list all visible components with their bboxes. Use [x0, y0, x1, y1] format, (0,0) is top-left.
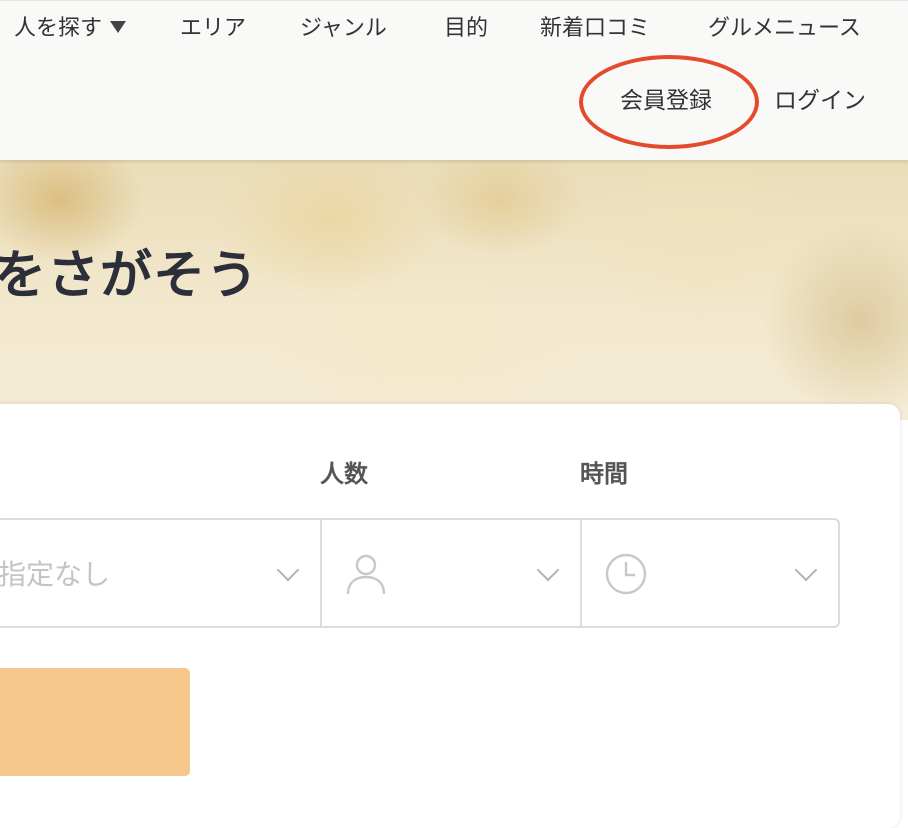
- nav-item-area[interactable]: エリア: [180, 15, 246, 43]
- date-select-value: 指定なし: [0, 558, 111, 591]
- site-header: 人を探す エリア ジャンル 目的 新着口コミ グルメニュース 会員登録 ログイン: [0, 0, 908, 160]
- clock-icon: [605, 553, 647, 595]
- time-label: 時間: [580, 460, 628, 488]
- nav-item-genre[interactable]: ジャンル: [300, 15, 387, 43]
- person-icon: [346, 554, 386, 595]
- chevron-down-icon: [276, 558, 300, 582]
- hero-title: をさがそう: [0, 246, 260, 306]
- nav-item-purpose[interactable]: 目的: [444, 15, 488, 43]
- nav-item-find-people[interactable]: 人を探す: [14, 15, 127, 43]
- caret-down-icon: [110, 21, 127, 33]
- time-select[interactable]: [582, 520, 838, 626]
- chevron-down-icon: [794, 558, 818, 582]
- chevron-down-icon: [536, 558, 560, 582]
- hero-banner: をさがそう: [0, 160, 908, 420]
- nav-item-gourmet-news[interactable]: グルメニュース: [708, 15, 861, 43]
- people-count-label: 人数: [320, 460, 368, 488]
- date-select[interactable]: 指定なし: [0, 520, 322, 626]
- nav-item-label: 人を探す: [14, 16, 103, 41]
- nav-item-new-reviews[interactable]: 新着口コミ: [540, 15, 650, 43]
- signup-link[interactable]: 会員登録: [620, 86, 712, 116]
- search-select-row: 指定なし: [0, 518, 840, 628]
- login-link[interactable]: ログイン: [774, 86, 866, 116]
- people-count-select[interactable]: [322, 520, 582, 626]
- search-button[interactable]: [0, 668, 190, 776]
